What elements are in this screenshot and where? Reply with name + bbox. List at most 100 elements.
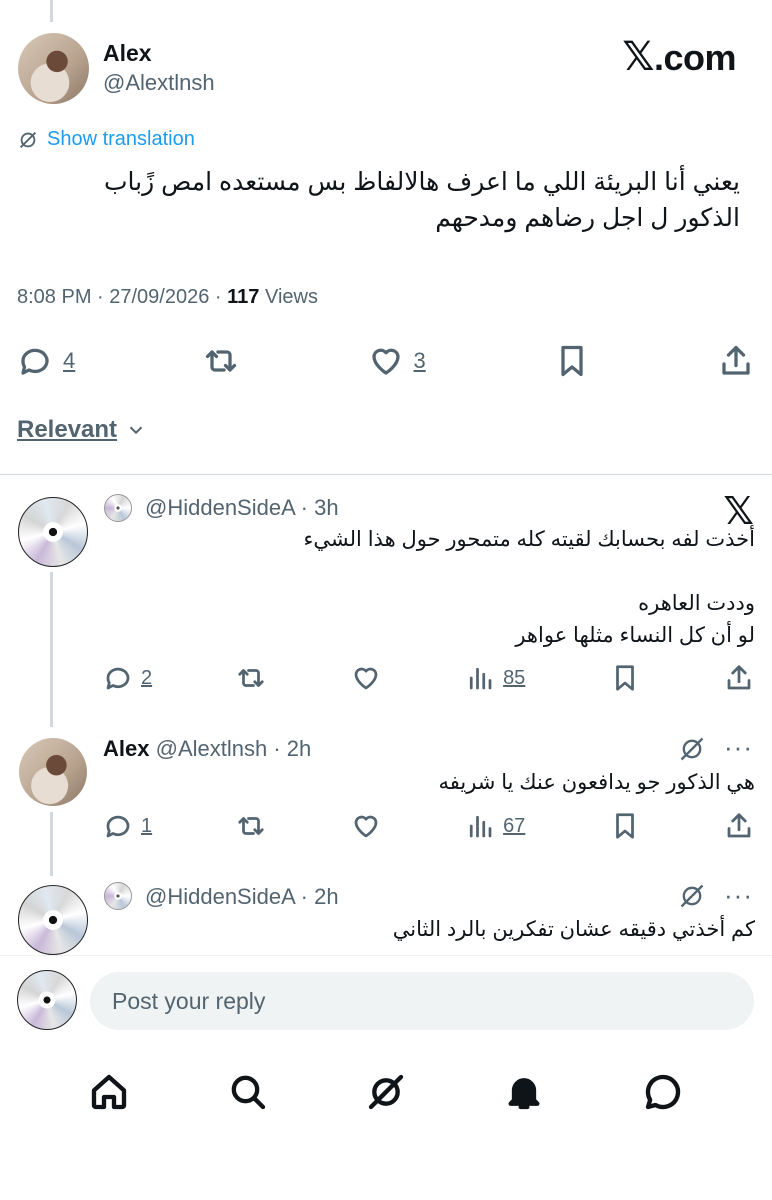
reply-count[interactable]: 4	[63, 348, 75, 374]
avatar[interactable]	[19, 738, 87, 806]
reply-icon	[106, 667, 130, 690]
share-icon	[722, 345, 750, 375]
thread-line	[50, 0, 53, 22]
reply-time[interactable]: · 3h	[301, 495, 339, 520]
reply-text-line: وددت العاهره	[638, 592, 755, 615]
reply-actions: 1 67	[103, 808, 754, 844]
reply-icon	[106, 815, 130, 838]
reply-time[interactable]: · 2h	[301, 884, 339, 909]
author-name[interactable]: Alex	[103, 40, 152, 67]
reply-count[interactable]: 2	[141, 667, 152, 690]
thread-line	[50, 812, 53, 876]
reply-actions: 2 85	[103, 660, 754, 696]
home-icon[interactable]	[89, 1072, 129, 1112]
analytics-icon	[469, 815, 492, 838]
show-translation-link[interactable]: Show translation	[17, 128, 195, 151]
retweet-icon	[238, 817, 265, 835]
reply-input-placeholder: Post your reply	[112, 987, 266, 1014]
tweet-text-line: يعني أنا البريئة اللي ما اعرف هالالفاظ ب…	[104, 168, 740, 196]
views-count: 117	[227, 286, 260, 308]
reply-text: كم أخذتي دقيقه عشان تفكرين بالرد الثاني	[392, 918, 755, 941]
grok-icon[interactable]	[678, 735, 706, 763]
thread-line	[50, 572, 53, 727]
views-label: Views	[259, 286, 318, 308]
reply-input[interactable]: Post your reply	[90, 972, 754, 1030]
reply-button[interactable]: 1	[103, 811, 152, 841]
notifications-icon[interactable]	[504, 1072, 544, 1112]
divider	[0, 474, 772, 475]
analytics-icon	[469, 667, 492, 690]
search-icon[interactable]	[228, 1072, 268, 1112]
reply-count[interactable]: 1	[141, 815, 152, 838]
tweet-meta: 8:08 PM · 27/09/2026 · 117 Views	[17, 286, 318, 309]
share-icon	[727, 813, 751, 838]
bookmark-icon	[561, 345, 583, 377]
views-count[interactable]: 67	[503, 815, 525, 838]
reply-header: Alex @Alextlnsh · 2h	[103, 736, 311, 762]
bookmark-button[interactable]	[554, 343, 590, 379]
x-logo-icon: 𝕏	[622, 35, 654, 79]
author-handle[interactable]: @Alextlnsh	[103, 70, 215, 96]
retweet-button[interactable]	[236, 811, 266, 841]
tweet-actions: 4 3	[17, 340, 754, 382]
reply-text: أخذت لفه بحسابك لقيته كله متمحور حول هذا…	[115, 524, 755, 652]
reply-handle[interactable]: @Alextlnsh	[156, 736, 268, 761]
bookmark-icon	[615, 813, 634, 839]
x-com-logo: 𝕏.com	[622, 34, 736, 80]
reply-text-line: أخذت لفه بحسابك لقيته كله متمحور حول هذا…	[303, 528, 755, 551]
retweet-icon	[238, 669, 265, 687]
bookmark-icon	[615, 665, 634, 691]
views-count[interactable]: 85	[503, 667, 525, 690]
sort-dropdown[interactable]: Relevant	[17, 416, 147, 444]
heart-icon	[354, 815, 378, 838]
translation-label: Show translation	[47, 128, 195, 150]
reply-text-line	[115, 556, 755, 588]
avatar[interactable]	[18, 497, 88, 567]
reply-button[interactable]: 4	[17, 343, 75, 379]
reply-header: @HiddenSideA · 3h	[145, 495, 339, 521]
tweet-timestamp[interactable]: 8:08 PM · 27/09/2026 ·	[17, 286, 227, 308]
grok-icon[interactable]	[678, 882, 706, 910]
like-button[interactable]	[351, 663, 381, 693]
retweet-button[interactable]	[203, 343, 239, 379]
brand-domain: .com	[653, 37, 737, 78]
avatar[interactable]	[18, 33, 89, 104]
like-count[interactable]: 3	[414, 348, 426, 374]
more-icon[interactable]: ···	[724, 734, 753, 760]
bookmark-button[interactable]	[610, 811, 640, 841]
small-avatar	[104, 882, 132, 910]
bottom-nav	[0, 1060, 772, 1124]
share-button[interactable]	[724, 663, 754, 693]
grok-translate-icon	[20, 131, 36, 148]
reply-icon	[21, 348, 49, 375]
divider	[0, 955, 772, 956]
like-button[interactable]: 3	[368, 343, 426, 379]
views-button[interactable]: 67	[465, 811, 525, 841]
share-button[interactable]	[718, 343, 754, 379]
sort-label: Relevant	[17, 416, 118, 443]
my-avatar[interactable]	[17, 970, 77, 1030]
reply-time[interactable]: · 2h	[273, 736, 311, 761]
like-button[interactable]	[351, 811, 381, 841]
retweet-icon	[206, 350, 237, 372]
reply-header: @HiddenSideA · 2h	[145, 884, 339, 910]
grok-icon[interactable]	[366, 1072, 406, 1112]
small-avatar	[104, 494, 132, 522]
heart-icon	[354, 667, 378, 690]
reply-button[interactable]: 2	[103, 663, 152, 693]
retweet-button[interactable]	[236, 663, 266, 693]
share-button[interactable]	[724, 811, 754, 841]
share-icon	[727, 665, 751, 690]
reply-handle[interactable]: @HiddenSideA	[145, 884, 295, 909]
bookmark-button[interactable]	[610, 663, 640, 693]
more-icon[interactable]: ···	[724, 882, 753, 908]
reply-handle[interactable]: @HiddenSideA	[145, 495, 295, 520]
chevron-down-icon	[129, 426, 143, 435]
tweet-text-line: الذكور ل اجل رضاهم ومدحهم	[435, 204, 740, 232]
tweet-text: يعني أنا البريئة اللي ما اعرف هالالفاظ ب…	[20, 164, 740, 236]
avatar[interactable]	[18, 885, 88, 955]
messages-icon[interactable]	[643, 1072, 683, 1112]
reply-name[interactable]: Alex	[103, 736, 149, 761]
reply-text: هي الذكور جو يدافعون عنك يا شريفه	[438, 771, 755, 794]
views-button[interactable]: 85	[465, 663, 525, 693]
